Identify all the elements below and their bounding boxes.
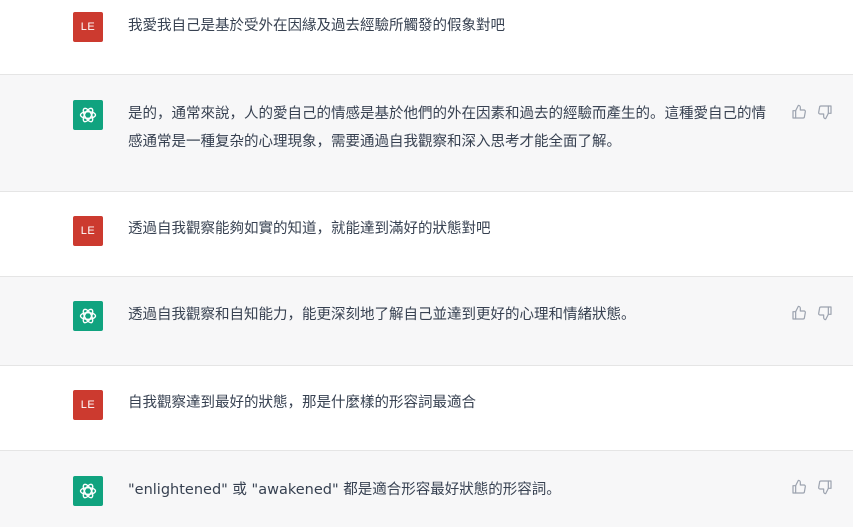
user-avatar-initials: LE [80, 21, 96, 33]
user-message: LE 透過自我觀察能夠如實的知道，就能達到滿好的狀態對吧 [0, 192, 853, 277]
openai-logo-icon [73, 301, 103, 331]
user-message: LE 我愛我自己是基於受外在因緣及過去經驗所觸發的假象對吧 [0, 0, 853, 75]
user-avatar: LE [73, 216, 103, 246]
openai-logo-icon [73, 100, 103, 130]
openai-logo-icon [73, 476, 103, 506]
message-feedback-actions [791, 479, 833, 495]
thumbs-down-icon[interactable] [817, 305, 833, 321]
user-avatar-initials: LE [80, 399, 96, 411]
message-text: "enlightened" 或 "awakened" 都是適合形容最好狀態的形容… [128, 482, 561, 498]
message-text: 自我觀察達到最好的狀態，那是什麼樣的形容詞最適合 [128, 395, 476, 411]
thumbs-up-icon[interactable] [791, 104, 807, 120]
user-message: LE 自我觀察達到最好的狀態，那是什麼樣的形容詞最適合 [0, 366, 853, 451]
assistant-message: 透過自我觀察和自知能力，能更深刻地了解自己並達到更好的心理和情緒狀態。 [0, 277, 853, 366]
assistant-message: 是的，通常來說，人的愛自己的情感是基於他們的外在因素和過去的經驗而產生的。這種愛… [0, 75, 853, 192]
conversation-thread: LE 我愛我自己是基於受外在因緣及過去經驗所觸發的假象對吧 是的，通常來說，人的… [0, 0, 853, 527]
user-avatar: LE [73, 12, 103, 42]
user-avatar: LE [73, 390, 103, 420]
assistant-message: "enlightened" 或 "awakened" 都是適合形容最好狀態的形容… [0, 451, 853, 527]
thumbs-up-icon[interactable] [791, 305, 807, 321]
message-feedback-actions [791, 104, 833, 120]
thumbs-up-icon[interactable] [791, 479, 807, 495]
user-avatar-initials: LE [80, 225, 96, 237]
message-text: 透過自我觀察和自知能力，能更深刻地了解自己並達到更好的心理和情緒狀態。 [128, 307, 636, 323]
thumbs-down-icon[interactable] [817, 479, 833, 495]
message-text: 是的，通常來說，人的愛自己的情感是基於他們的外在因素和過去的經驗而產生的。這種愛… [128, 106, 766, 150]
thumbs-down-icon[interactable] [817, 104, 833, 120]
message-text: 透過自我觀察能夠如實的知道，就能達到滿好的狀態對吧 [128, 221, 491, 237]
message-text: 我愛我自己是基於受外在因緣及過去經驗所觸發的假象對吧 [128, 18, 505, 34]
message-feedback-actions [791, 305, 833, 321]
